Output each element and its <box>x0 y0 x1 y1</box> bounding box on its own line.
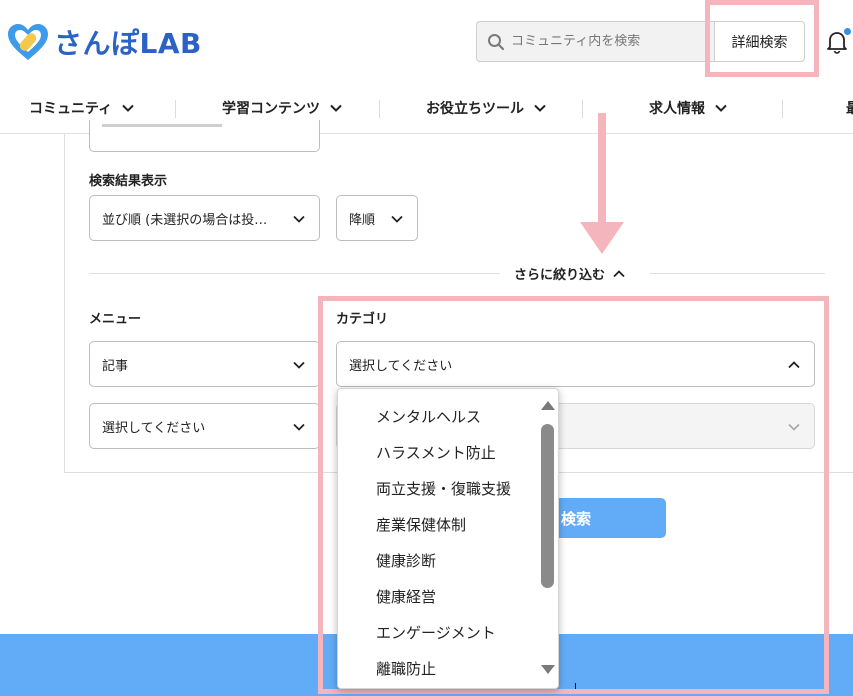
menu-label: メニュー <box>89 312 142 327</box>
refine-toggle[interactable]: さらに絞り込む <box>514 264 625 283</box>
sort-order-value: 降順 <box>349 212 376 228</box>
sort-order-select[interactable]: 降順 <box>336 195 418 241</box>
nav-item-tools[interactable]: お役立ちツール <box>426 98 546 118</box>
dropdown-option[interactable]: エンゲージメント <box>376 622 496 643</box>
annotation-arrow-shaft <box>598 113 606 225</box>
scroll-up-icon[interactable] <box>541 401 555 410</box>
sub-select-value: 選択してください <box>102 420 206 436</box>
search-box <box>476 21 714 62</box>
chevron-down-icon <box>330 104 342 112</box>
search-icon <box>488 33 505 50</box>
annotation-arrow-head <box>580 222 624 254</box>
nav-item-more[interactable]: 最 <box>846 98 853 118</box>
sort-by-select[interactable]: 並び順 (未選択の場合は投… <box>89 195 320 241</box>
menu-select[interactable]: 記事 <box>89 341 320 387</box>
dropdown-option[interactable]: ハラスメント防止 <box>376 442 496 463</box>
nav-item-learning[interactable]: 学習コンテンツ <box>222 98 342 118</box>
chevron-down-icon <box>715 104 727 112</box>
cut-off-field-text <box>102 124 222 127</box>
chevron-down-icon <box>534 104 546 112</box>
chevron-down-icon <box>293 423 305 431</box>
nav-divider <box>175 100 176 118</box>
scrollbar-thumb[interactable] <box>541 424 554 588</box>
dropdown-option[interactable]: 健康診断 <box>376 550 436 571</box>
highlight-advanced-search <box>705 0 819 77</box>
logo[interactable]: さんぽLAB <box>6 22 202 62</box>
heart-logo-icon <box>8 24 48 60</box>
menu-value: 記事 <box>102 358 129 374</box>
chevron-down-icon <box>293 361 305 369</box>
cut-off-field[interactable] <box>89 120 320 152</box>
nav-divider <box>379 100 380 118</box>
dropdown-option[interactable]: 両立支援・復職支援 <box>376 478 511 499</box>
dropdown-option[interactable]: メンタルヘルス <box>376 406 481 427</box>
category-dropdown-list[interactable]: メンタルヘルス ハラスメント防止 両立支援・復職支援 産業保健体制 健康診断 健… <box>337 388 559 689</box>
nav-item-community[interactable]: コミュニティ <box>29 98 134 118</box>
divider-line <box>89 273 500 274</box>
dropdown-option[interactable]: 産業保健体制 <box>376 514 466 535</box>
sort-by-value: 並び順 (未選択の場合は投… <box>102 212 268 228</box>
chevron-up-icon <box>613 269 625 277</box>
dropdown-option[interactable]: 健康経営 <box>376 586 436 607</box>
nav-divider <box>782 100 783 118</box>
chevron-down-icon <box>391 215 403 223</box>
chevron-down-icon <box>293 215 305 223</box>
sort-section-label: 検索結果表示 <box>89 174 168 189</box>
dropdown-option[interactable]: 離職防止 <box>376 658 436 679</box>
search-input[interactable] <box>511 34 701 49</box>
sub-select[interactable]: 選択してください <box>89 403 320 449</box>
logo-text: さんぽLAB <box>54 27 202 60</box>
notification-dot <box>844 28 851 35</box>
nav-item-jobs[interactable]: 求人情報 <box>649 98 727 118</box>
chevron-down-icon <box>122 104 134 112</box>
divider-line <box>650 273 825 274</box>
nav-divider <box>582 100 583 118</box>
scroll-down-icon[interactable] <box>541 665 555 674</box>
